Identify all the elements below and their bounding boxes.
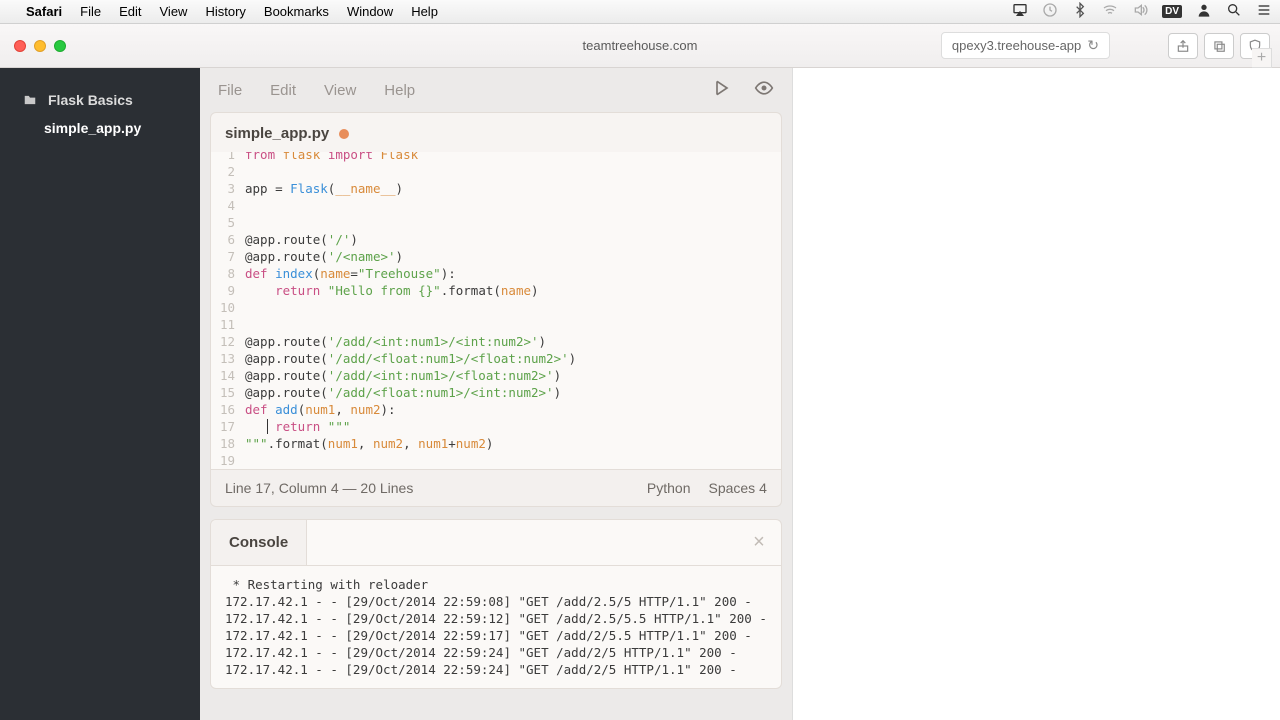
code-line[interactable]: 13@app.route('/add/<float:num1>/<float:n…	[211, 350, 781, 367]
code-line[interactable]: 9 return "Hello from {}".format(name)	[211, 282, 781, 299]
editor-menu-help[interactable]: Help	[384, 82, 415, 99]
airplay-icon[interactable]	[1012, 2, 1028, 21]
timemachine-icon[interactable]	[1042, 2, 1058, 21]
console-tab[interactable]: Console	[211, 520, 307, 565]
user-icon[interactable]	[1196, 2, 1212, 21]
editor-menu-view[interactable]: View	[324, 82, 356, 99]
volume-icon[interactable]	[1132, 2, 1148, 21]
code-line[interactable]: 17 return """	[211, 418, 781, 435]
code-line[interactable]: 7@app.route('/<name>')	[211, 248, 781, 265]
code-line[interactable]: 3app = Flask(__name__)	[211, 180, 781, 197]
code-line[interactable]: 5	[211, 214, 781, 231]
code-line[interactable]: 11	[211, 316, 781, 333]
cursor-position: Line 17, Column 4 — 20 Lines	[225, 480, 413, 496]
tabs-button[interactable]	[1204, 33, 1234, 59]
sidebar-folder[interactable]: Flask Basics	[0, 86, 200, 114]
console-output[interactable]: * Restarting with reloader 172.17.42.1 -…	[211, 566, 781, 688]
macos-menubar: Safari File Edit View History Bookmarks …	[0, 0, 1280, 24]
menu-file[interactable]: File	[80, 4, 101, 19]
code-line[interactable]: 18""".format(num1, num2, num1+num2)	[211, 435, 781, 452]
code-line[interactable]: 8def index(name="Treehouse"):	[211, 265, 781, 282]
code-line[interactable]: 15@app.route('/add/<float:num1>/<int:num…	[211, 384, 781, 401]
minimize-button[interactable]	[34, 40, 46, 52]
share-button[interactable]	[1168, 33, 1198, 59]
address-display[interactable]: teamtreehouse.com	[583, 38, 698, 53]
run-icon[interactable]	[712, 78, 732, 102]
safari-toolbar: teamtreehouse.com qpexy3.treehouse-app ↻	[0, 24, 1280, 68]
folder-label: Flask Basics	[48, 92, 133, 108]
console-close-button[interactable]: ×	[737, 531, 781, 554]
code-line[interactable]: 4	[211, 197, 781, 214]
menu-view[interactable]: View	[160, 4, 188, 19]
code-line[interactable]: 14@app.route('/add/<int:num1>/<float:num…	[211, 367, 781, 384]
code-line[interactable]: 12@app.route('/add/<int:num1>/<int:num2>…	[211, 333, 781, 350]
console-panel: Console × * Restarting with reloader 172…	[210, 519, 782, 689]
menu-bookmarks[interactable]: Bookmarks	[264, 4, 329, 19]
editor-menu-file[interactable]: File	[218, 82, 242, 99]
preview-icon[interactable]	[754, 78, 774, 102]
maximize-button[interactable]	[54, 40, 66, 52]
menu-history[interactable]: History	[205, 4, 245, 19]
address-text: qpexy3.treehouse-app	[952, 38, 1081, 53]
file-label: simple_app.py	[44, 120, 141, 136]
sidebar-file[interactable]: simple_app.py	[0, 114, 200, 142]
editor-menubar: File Edit View Help	[200, 68, 792, 112]
app-name[interactable]: Safari	[26, 4, 62, 19]
code-editor[interactable]: 1from flask import Flask23app = Flask(__…	[210, 152, 782, 470]
language-mode[interactable]: Python	[647, 480, 691, 496]
editor-tab[interactable]: simple_app.py	[225, 125, 349, 152]
bluetooth-icon[interactable]	[1072, 2, 1088, 21]
notification-center-icon[interactable]	[1256, 2, 1272, 21]
dv-badge[interactable]: DV	[1162, 5, 1182, 18]
editor-menu-edit[interactable]: Edit	[270, 82, 296, 99]
unsaved-indicator-icon	[339, 129, 349, 139]
tab-strip: simple_app.py	[210, 112, 782, 152]
folder-icon	[22, 93, 38, 107]
indent-mode[interactable]: Spaces 4	[708, 480, 766, 496]
editor-area: File Edit View Help simple_app.py 1from …	[200, 68, 792, 720]
wifi-icon[interactable]	[1102, 2, 1118, 21]
code-line[interactable]: 2	[211, 163, 781, 180]
new-tab-button[interactable]: +	[1252, 48, 1272, 68]
code-line[interactable]: 10	[211, 299, 781, 316]
code-line[interactable]: 19	[211, 452, 781, 469]
editor-statusbar: Line 17, Column 4 — 20 Lines Python Spac…	[210, 470, 782, 507]
window-controls	[10, 40, 66, 52]
code-line[interactable]: 1from flask import Flask	[211, 152, 781, 163]
tab-title: simple_app.py	[225, 125, 329, 142]
menu-edit[interactable]: Edit	[119, 4, 141, 19]
file-sidebar: Flask Basics simple_app.py	[0, 68, 200, 720]
address-bar-right[interactable]: qpexy3.treehouse-app ↻	[941, 32, 1110, 59]
close-button[interactable]	[14, 40, 26, 52]
reload-icon[interactable]: ↻	[1087, 37, 1099, 54]
spotlight-icon[interactable]	[1226, 2, 1242, 21]
code-line[interactable]: 6@app.route('/')	[211, 231, 781, 248]
menu-window[interactable]: Window	[347, 4, 393, 19]
preview-pane	[792, 68, 1280, 720]
menu-help[interactable]: Help	[411, 4, 438, 19]
code-line[interactable]: 16def add(num1, num2):	[211, 401, 781, 418]
